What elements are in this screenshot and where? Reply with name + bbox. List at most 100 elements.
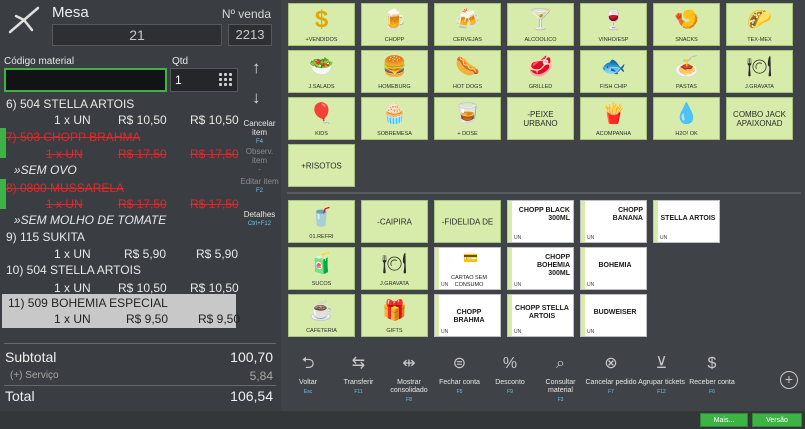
- footer-bar: [0, 411, 805, 429]
- close-bill-icon: ⊜: [452, 355, 467, 372]
- item-total: R$ 10,50: [190, 113, 239, 127]
- group-tile[interactable]: -PEIXE URBANO: [507, 97, 574, 140]
- group-tile[interactable]: 🌭 HOT DOGS: [434, 50, 501, 93]
- group-tile[interactable]: 🥃 + DOSE: [434, 97, 501, 140]
- toolbar-button[interactable]: ⇹ Mostrar consolidado F8: [383, 353, 435, 403]
- product-chopp-black[interactable]: CHOPP BLACK 300ML UN: [507, 200, 574, 243]
- consolidate-icon: ⇹: [402, 355, 416, 372]
- item-qty: 1 x UN: [54, 113, 91, 127]
- group-tile[interactable]: COMBO JACK APAIXONAD: [726, 97, 793, 140]
- cocktail-icon: 🍸: [528, 9, 553, 31]
- group-tile[interactable]: 🍟 ACOMPANHA: [580, 97, 647, 140]
- total-value: 106,54: [230, 388, 273, 404]
- gift-icon: 🎁: [382, 300, 407, 322]
- item-total: R$ 9,50: [198, 312, 241, 326]
- beer-icon: 🍻: [455, 9, 480, 31]
- toolbar-button[interactable]: ⊗ Cancelar pedido F7: [585, 353, 637, 395]
- product-bohemia[interactable]: BOHEMIA UN: [580, 247, 647, 290]
- product-sucos[interactable]: 🧃 SUCOS: [288, 247, 355, 290]
- product-chopp-stella[interactable]: CHOPP STELLA ARTOIS UN: [507, 294, 574, 337]
- keypad-icon[interactable]: [219, 73, 233, 87]
- discount-icon: %: [502, 355, 518, 372]
- item-qty: 1 x UN: [54, 281, 91, 295]
- cancelar-item-button[interactable]: Cancelar item F4: [238, 119, 281, 147]
- item-unit-price: R$ 5,90: [124, 247, 167, 261]
- group-tile[interactable]: +RISOTOS: [288, 144, 355, 187]
- taco-icon: 🌮: [747, 9, 772, 31]
- transfer-icon: ⇆: [351, 355, 366, 372]
- product-chopp-brahma[interactable]: CHOPP BRAHMA UN: [434, 294, 501, 337]
- observ-item-button[interactable]: Observ. item -: [238, 147, 281, 175]
- product-budweiser[interactable]: BUDWEISER UN: [580, 294, 647, 337]
- scroll-up-icon[interactable]: ↑: [252, 58, 261, 78]
- item-title[interactable]: 7) 503 CHOPP BRAHMA: [6, 130, 141, 144]
- item-qty: 1 x UN: [46, 147, 83, 161]
- group-tile[interactable]: 🌮 TEX-MEX: [726, 3, 793, 46]
- group-tile[interactable]: 🧁 SOBREMESA: [361, 97, 428, 140]
- group-tile[interactable]: 🥩 GRILLED: [507, 50, 574, 93]
- product-chopp-bohemia[interactable]: CHOPP BOHEMIA 300ML UN: [507, 247, 574, 290]
- product-refri[interactable]: 🥤 01.REFRI: [288, 200, 355, 243]
- group-tile[interactable]: 🍽 J.GRAVATA: [726, 50, 793, 93]
- toolbar-button[interactable]: ⌕ Consultar material F3: [535, 353, 587, 403]
- divider: [4, 343, 276, 344]
- product-j-gravata[interactable]: 🍽 J.GRAVATA: [361, 247, 428, 290]
- product-chopp-banana[interactable]: CHOPP BANANA UN: [580, 200, 647, 243]
- group-tile[interactable]: $ +VENDIDOS: [288, 3, 355, 46]
- dollar-icon: $: [314, 6, 329, 33]
- group-tile[interactable]: 🍝 PASTAS: [653, 50, 720, 93]
- servico-value: 5,84: [249, 369, 273, 383]
- item-total: R$ 17,50: [190, 197, 239, 211]
- product-caipira[interactable]: -CAIPIRA: [361, 200, 428, 243]
- toolbar-button[interactable]: ⊜ Fechar conta F5: [434, 353, 486, 395]
- toolbar-button[interactable]: ⊻ Agrupar tickets F12: [636, 353, 688, 395]
- toolbar-button[interactable]: % Desconto F9: [484, 353, 536, 395]
- group-tile[interactable]: 🎈 KIDS: [288, 97, 355, 140]
- product-cartao-sem-consumo[interactable]: 💳 CARTAO SEM CONSUMO UN: [434, 247, 501, 290]
- beer-mug-icon: 🍺: [382, 9, 407, 31]
- mais-button[interactable]: Mais...: [700, 413, 748, 427]
- group-tile[interactable]: 🍔 HOMEBURG: [361, 50, 428, 93]
- product-cafeteria[interactable]: ☕ CAFETERIA: [288, 294, 355, 337]
- selected-item-row[interactable]: 11) 509 BOHEMIA ESPECIAL 1 x UN R$ 9,50 …: [2, 294, 240, 328]
- group-tile[interactable]: 💧 H2O! OK: [653, 97, 720, 140]
- item-title[interactable]: 9) 115 SUKITA: [6, 230, 85, 244]
- qtd-label: Qtd: [172, 56, 189, 67]
- order-panel: Mesa Nº venda 21 2213 Código material Qt…: [0, 0, 281, 411]
- salad-icon: 🥗: [309, 56, 334, 78]
- undo-icon: ⮌: [301, 355, 315, 372]
- item-title: 11) 509 BOHEMIA ESPECIAL: [8, 296, 168, 310]
- item-title[interactable]: 8) 0800 MUSSARELA: [6, 181, 124, 195]
- group-tile[interactable]: 🍤 SNACKS: [653, 3, 720, 46]
- group-tile[interactable]: 🐟 FISH CHIP: [580, 50, 647, 93]
- editar-item-button[interactable]: Editar item F2: [238, 177, 281, 196]
- fries-icon: 🍟: [601, 103, 626, 125]
- item-unit-price: R$ 17,50: [118, 147, 167, 161]
- product-fidelidade[interactable]: -FIDELIDA DE: [434, 200, 501, 243]
- versao-button[interactable]: Versão: [752, 413, 802, 427]
- toolbar-button[interactable]: ⇆ Transferir F11: [333, 353, 385, 395]
- balloon-icon: 🎈: [309, 103, 334, 125]
- group-tile[interactable]: 🍸 ALCOOLICO: [507, 3, 574, 46]
- burger-icon: 🍔: [382, 56, 407, 78]
- product-stella-artois[interactable]: STELLA ARTOIS UN: [653, 200, 720, 243]
- toolbar-button[interactable]: ⮌ Voltar Esc: [282, 353, 334, 395]
- menu-icon: 🍽: [381, 253, 408, 275]
- item-actions: ↑ ↓ Cancelar item F4 Observ. item - Editar…: [238, 56, 281, 336]
- group-tile[interactable]: 🥗 J.SALADS: [288, 50, 355, 93]
- item-title[interactable]: 6) 504 STELLA ARTOIS: [6, 97, 134, 111]
- item-unit-price: R$ 9,50: [126, 312, 169, 326]
- group-tile[interactable]: 🍺 CHOPP: [361, 3, 428, 46]
- toolbar-button[interactable]: $ Receber conta F6: [686, 353, 738, 395]
- logo-icon: [8, 6, 40, 34]
- venda-label: Nº venda: [221, 7, 271, 21]
- item-title[interactable]: 10) 504 STELLA ARTOIS: [6, 263, 141, 277]
- detalhes-button[interactable]: Detalhes Ctrl+F12: [238, 210, 281, 229]
- group-tile[interactable]: 🍻 CERVEJAS: [434, 3, 501, 46]
- group-tile[interactable]: 🍷 VINHO/ESP: [580, 3, 647, 46]
- codigo-material-input[interactable]: [4, 68, 167, 92]
- scroll-down-icon[interactable]: ↓: [252, 88, 261, 108]
- add-icon[interactable]: +: [780, 371, 798, 389]
- product-gifts[interactable]: 🎁 GIFTS: [361, 294, 428, 337]
- subtotal-value: 100,70: [230, 349, 273, 365]
